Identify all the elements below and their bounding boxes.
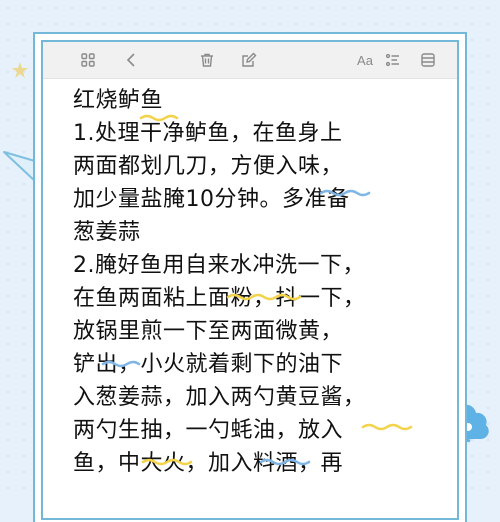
star-decoration-icon: [12, 62, 28, 78]
note-content[interactable]: 红烧鲈鱼 1.处理干净鲈鱼，在鱼身上 两面都划几刀，方便入味， 加少量盐腌10分…: [73, 84, 437, 480]
note-line: 入葱姜蒜，加入两勺黄豆酱，: [73, 385, 366, 410]
list-icon[interactable]: [385, 52, 401, 68]
font-icon[interactable]: Aa: [355, 52, 375, 68]
note-toolbar: Aa: [43, 42, 457, 79]
note-line: 2.腌好鱼用自来水冲洗一下，: [73, 253, 365, 278]
note-line: 加少量盐腌10分钟。多准备: [73, 187, 350, 212]
note-title: 红烧鲈鱼: [73, 88, 164, 113]
note-line: 1.处理干净鲈鱼，在鱼身上: [73, 121, 343, 146]
note-line: 葱姜蒜: [73, 220, 141, 245]
note-card: Aa 红烧鲈鱼 1.处理干净鲈鱼，在鱼身上 两面都划几刀，方便入味， 加少量盐腌…: [41, 40, 459, 520]
more-icon[interactable]: [420, 52, 436, 68]
note-line: 在鱼两面粘上面粉，抖一下，: [73, 286, 366, 311]
edit-icon[interactable]: [241, 52, 257, 68]
note-line: 鱼，中大火，加入料酒，再: [73, 451, 344, 476]
note-line: 两面都划几刀，方便入味，: [73, 154, 344, 179]
note-line: 放锅里煎一下至两面微黄，: [73, 319, 344, 344]
trash-icon[interactable]: [199, 52, 215, 68]
note-line: 两勺生抽，一勺蚝油，放入: [73, 418, 344, 443]
back-icon[interactable]: [123, 52, 139, 68]
grid-icon[interactable]: [80, 52, 96, 68]
note-line: 铲出，小火就着剩下的油下: [73, 352, 344, 377]
